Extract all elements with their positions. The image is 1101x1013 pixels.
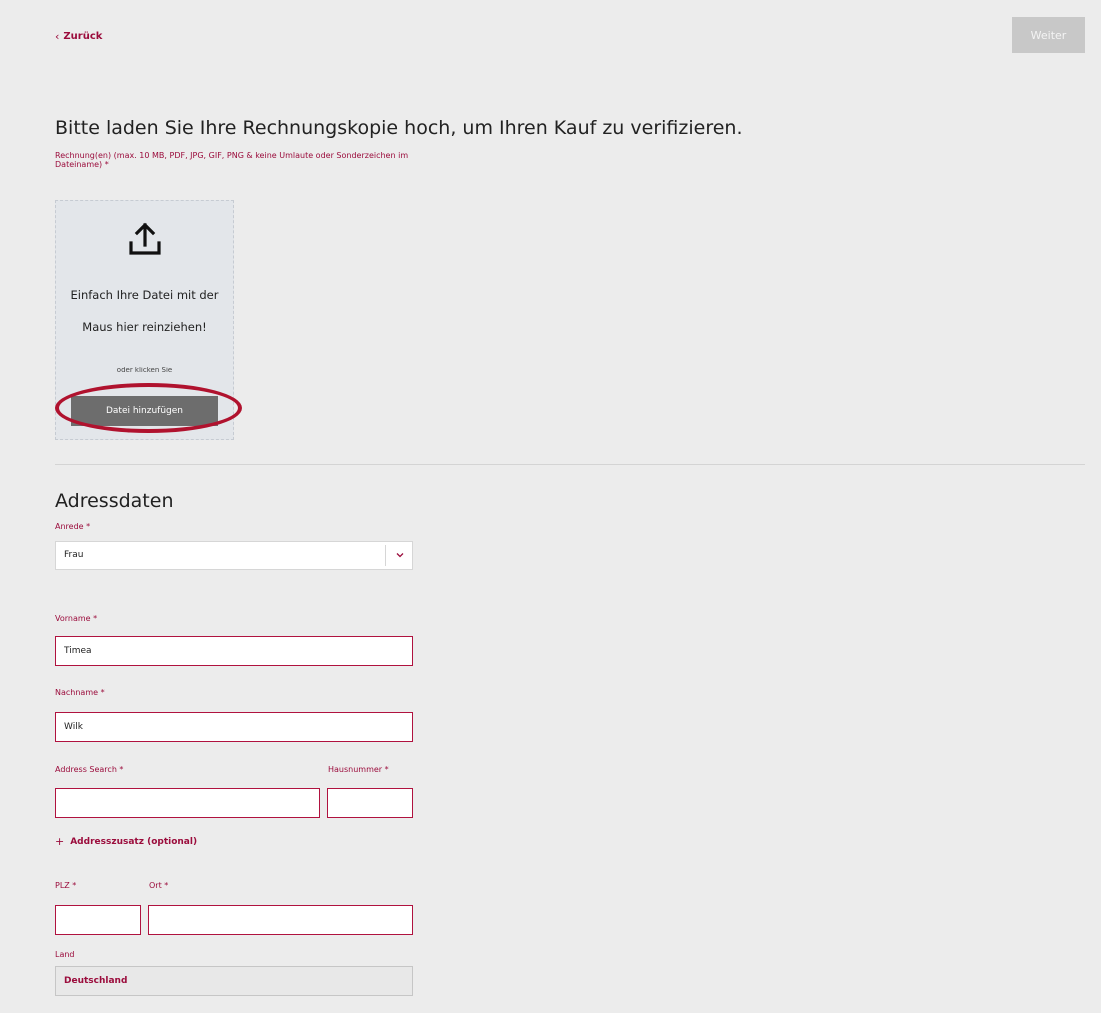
upload-title: Bitte laden Sie Ihre Rechnungskopie hoch…: [55, 117, 743, 139]
dropzone-text: Einfach Ihre Datei mit der Maus hier rei…: [70, 288, 219, 334]
back-link-label: Zurück: [63, 31, 103, 42]
add-file-button[interactable]: Datei hinzufügen: [71, 396, 218, 426]
address-search-input[interactable]: [55, 788, 320, 818]
section-divider: [55, 464, 1085, 465]
select-separator: [385, 545, 386, 566]
city-input[interactable]: [148, 905, 413, 935]
zip-label: PLZ *: [55, 881, 77, 890]
country-value: Deutschland: [64, 976, 128, 986]
upload-icon: [129, 222, 161, 255]
country-field: Deutschland: [55, 966, 413, 996]
page: ‹ Zurück Weiter Bitte laden Sie Ihre Rec…: [0, 0, 1101, 1013]
chevron-down-icon: [396, 553, 404, 558]
next-button[interactable]: Weiter: [1012, 17, 1085, 53]
salutation-select[interactable]: Frau: [55, 541, 413, 570]
last-name-input[interactable]: [55, 712, 413, 742]
back-link[interactable]: ‹ Zurück: [55, 30, 102, 43]
address-extra-toggle[interactable]: + Addresszusatz (optional): [55, 835, 197, 848]
zip-input[interactable]: [55, 905, 141, 935]
chevron-left-icon: ‹: [55, 30, 60, 43]
country-label: Land: [55, 950, 75, 959]
upload-hint: Rechnung(en) (max. 10 MB, PDF, JPG, GIF,…: [55, 151, 409, 169]
house-number-label: Hausnummer *: [328, 765, 389, 774]
salutation-value: Frau: [64, 550, 84, 560]
first-name-label: Vorname *: [55, 614, 98, 623]
address-section-title: Adressdaten: [55, 490, 174, 512]
dropzone-subtext: oder klicken Sie: [116, 367, 173, 374]
address-extra-label: Addresszusatz (optional): [70, 836, 198, 847]
last-name-label: Nachname *: [55, 688, 105, 697]
plus-icon: +: [55, 835, 65, 848]
address-search-label: Address Search *: [55, 765, 124, 774]
salutation-label: Anrede *: [55, 522, 91, 531]
first-name-input[interactable]: [55, 636, 413, 666]
file-dropzone[interactable]: Einfach Ihre Datei mit der Maus hier rei…: [55, 200, 234, 440]
city-label: Ort *: [149, 881, 169, 890]
house-number-input[interactable]: [327, 788, 413, 818]
